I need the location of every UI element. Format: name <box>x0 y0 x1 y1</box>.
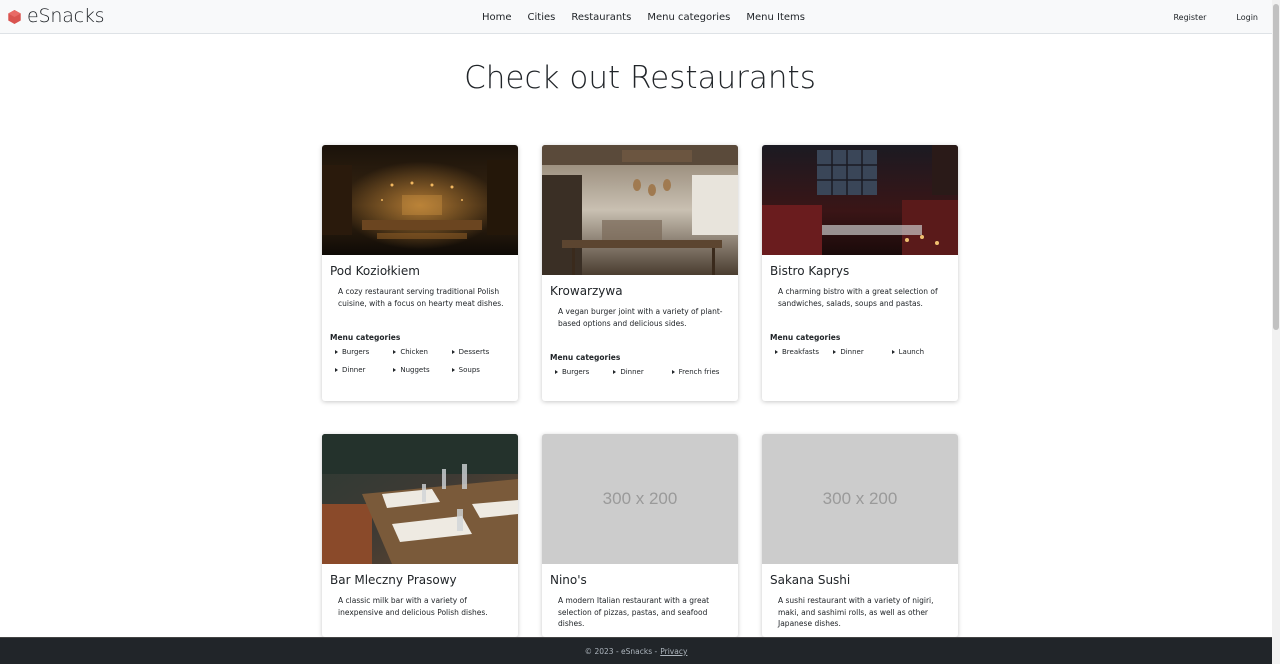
nav-restaurants[interactable]: Restaurants <box>571 12 631 23</box>
restaurant-card[interactable]: Pod Koziołkiem A cozy restaurant serving… <box>322 145 518 401</box>
restaurant-name[interactable]: Nino's <box>550 573 730 587</box>
restaurant-description: A vegan burger joint with a variety of p… <box>558 307 723 328</box>
brand-name: eSnacks <box>27 5 105 27</box>
footer: © 2023 - eSnacks - Privacy <box>0 637 1272 664</box>
login-link[interactable]: Login <box>1236 13 1258 22</box>
menu-categories-list: Burgers Dinner French fries <box>550 368 730 376</box>
menu-categories-list: Burgers Chicken Desserts Dinner Nuggets … <box>330 348 510 374</box>
image-placeholder: 300 x 200 <box>542 434 738 564</box>
hexagon-logo-icon <box>8 10 21 24</box>
restaurant-name[interactable]: Bistro Kaprys <box>770 264 950 278</box>
category-item[interactable]: Dinner <box>335 366 393 374</box>
page-scrollbar[interactable] <box>1272 0 1280 664</box>
category-item[interactable]: French fries <box>671 368 730 376</box>
restaurant-card[interactable]: Krowarzywa A vegan burger joint with a v… <box>542 145 738 401</box>
navbar: eSnacks Home Cities Restaurants Menu cat… <box>0 0 1272 34</box>
caret-right-icon <box>555 370 558 374</box>
caret-right-icon <box>775 350 778 354</box>
restaurant-card[interactable]: Bistro Kaprys A charming bistro with a g… <box>762 145 958 401</box>
caret-right-icon <box>393 368 397 372</box>
restaurant-image <box>322 434 518 564</box>
restaurant-description: A sushi restaurant with a variety of nig… <box>778 596 934 628</box>
menu-categories-heading: Menu categories <box>330 333 401 342</box>
caret-right-icon <box>335 368 338 372</box>
register-link[interactable]: Register <box>1173 13 1206 22</box>
caret-right-icon <box>613 370 617 374</box>
main-nav: Home Cities Restaurants Menu categories … <box>482 0 821 34</box>
category-item[interactable]: Dinner <box>613 368 671 376</box>
page-title: Check out Restaurants <box>464 60 816 96</box>
category-item[interactable]: Soups <box>451 366 510 374</box>
caret-right-icon <box>671 370 675 374</box>
caret-right-icon <box>833 350 837 354</box>
caret-right-icon <box>393 350 397 354</box>
category-item[interactable]: Burgers <box>555 368 613 376</box>
image-placeholder: 300 x 200 <box>762 434 958 564</box>
category-item[interactable]: Launch <box>891 348 950 356</box>
category-item[interactable]: Nuggets <box>393 366 451 374</box>
menu-categories-list: Breakfasts Dinner Launch <box>770 348 950 356</box>
scrollbar-thumb[interactable] <box>1273 4 1279 330</box>
caret-right-icon <box>451 368 455 372</box>
category-item[interactable]: Desserts <box>451 348 510 356</box>
restaurant-name[interactable]: Sakana Sushi <box>770 573 950 587</box>
nav-menu-items[interactable]: Menu Items <box>746 12 805 23</box>
category-item[interactable]: Chicken <box>393 348 451 356</box>
restaurant-description: A charming bistro with a great selection… <box>778 287 938 308</box>
restaurant-description: A cozy restaurant serving traditional Po… <box>338 287 504 308</box>
caret-right-icon <box>891 350 895 354</box>
category-item[interactable]: Breakfasts <box>775 348 833 356</box>
restaurant-card[interactable]: 300 x 200 Sakana Sushi A sushi restauran… <box>762 434 958 637</box>
menu-categories-heading: Menu categories <box>550 353 621 362</box>
privacy-link[interactable]: Privacy <box>660 647 687 656</box>
restaurant-card[interactable]: 300 x 200 Nino's A modern Italian restau… <box>542 434 738 637</box>
restaurant-image <box>322 145 518 255</box>
category-item[interactable]: Dinner <box>833 348 891 356</box>
nav-cities[interactable]: Cities <box>528 12 556 23</box>
restaurant-name[interactable]: Krowarzywa <box>550 284 730 298</box>
auth-nav: Register Login <box>1143 0 1258 34</box>
caret-right-icon <box>335 350 338 354</box>
restaurant-description: A classic milk bar with a variety of ine… <box>338 596 488 617</box>
nav-home[interactable]: Home <box>482 12 512 23</box>
copyright-text: © 2023 - eSnacks - <box>584 646 658 656</box>
nav-menu-categories[interactable]: Menu categories <box>647 12 730 23</box>
restaurant-name[interactable]: Pod Koziołkiem <box>330 264 510 278</box>
caret-right-icon <box>451 350 455 354</box>
brand-link[interactable]: eSnacks <box>8 5 105 27</box>
restaurant-name[interactable]: Bar Mleczny Prasowy <box>330 573 510 587</box>
restaurant-card[interactable]: Bar Mleczny Prasowy A classic milk bar w… <box>322 434 518 637</box>
restaurant-description: A modern Italian restaurant with a great… <box>558 596 710 628</box>
menu-categories-heading: Menu categories <box>770 333 841 342</box>
restaurant-image <box>762 145 958 255</box>
category-item[interactable]: Burgers <box>335 348 393 356</box>
restaurant-image <box>542 145 738 275</box>
